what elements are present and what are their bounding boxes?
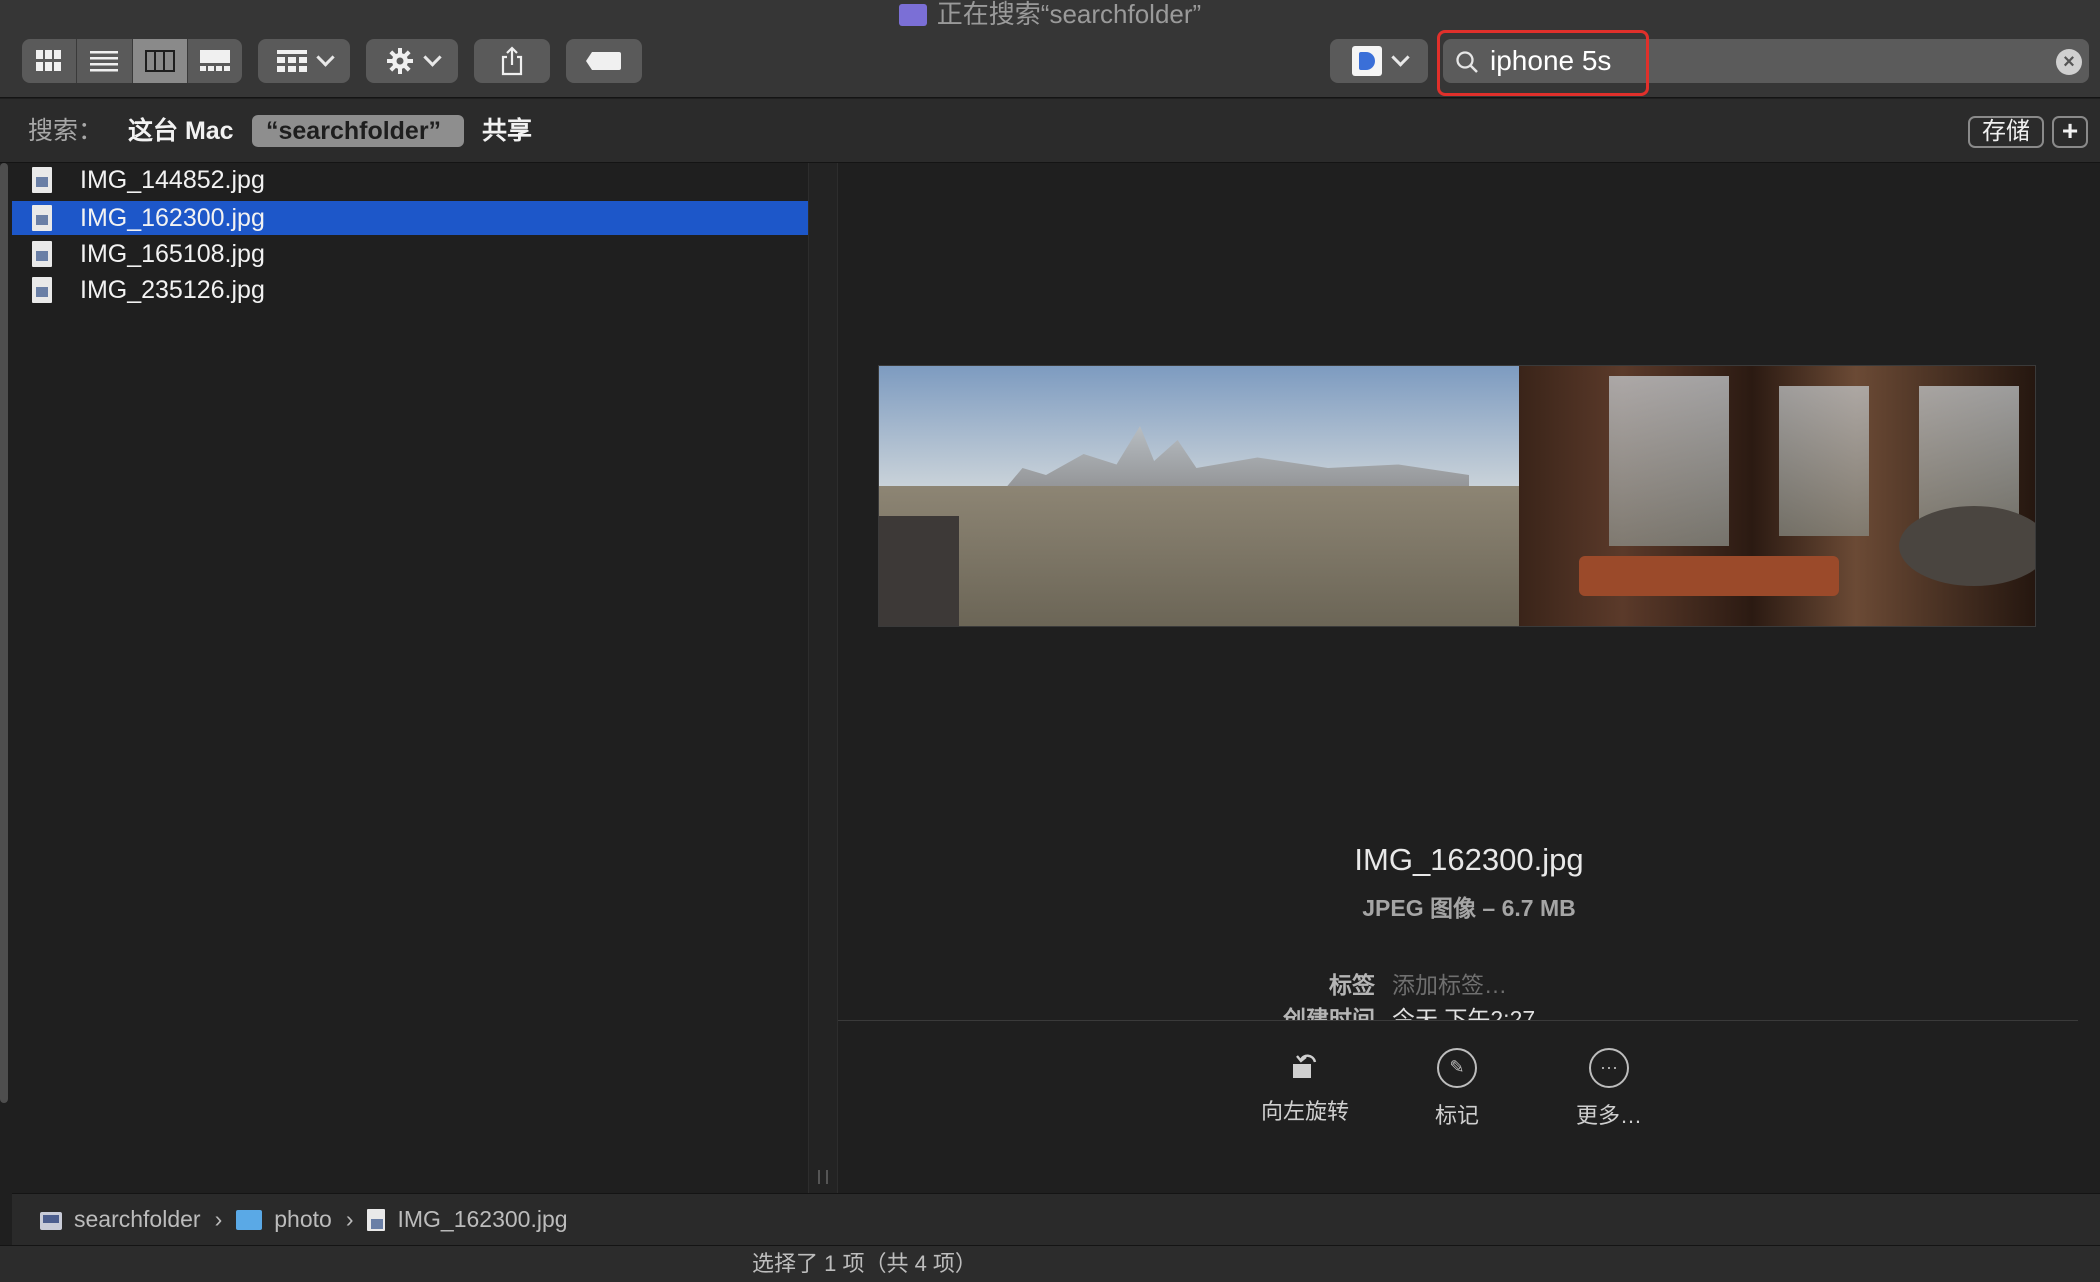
rotate-left-button[interactable]: 向左旋转 <box>1235 1048 1375 1126</box>
gallery-icon <box>199 50 230 71</box>
list-view-button[interactable] <box>77 39 133 83</box>
file-row[interactable]: IMG_165108.jpg <box>12 237 808 271</box>
status-text: 选择了 1 项（共 4 项） <box>752 1251 977 1276</box>
image-file-icon <box>32 205 52 231</box>
rotate-left-icon <box>1287 1048 1323 1084</box>
clear-search-icon[interactable]: × <box>2056 49 2082 75</box>
columns-icon <box>144 50 175 72</box>
file-name: IMG_165108.jpg <box>80 239 265 268</box>
add-tags-field[interactable]: 添加标签… <box>1392 966 1507 1000</box>
path-bar: searchfolder › photo › IMG_162300.jpg <box>12 1193 2100 1245</box>
group-grid-icon <box>276 50 307 72</box>
share-icon <box>501 46 523 76</box>
image-file-icon <box>32 277 52 303</box>
window-title: 正在搜索“searchfolder” <box>0 0 2100 28</box>
created-label: 创建时间 <box>1283 1006 1375 1022</box>
share-button[interactable] <box>474 39 550 83</box>
preview-filename: IMG_162300.jpg <box>1354 842 1584 877</box>
file-row[interactable]: IMG_235126.jpg <box>12 273 808 307</box>
chevron-right-icon: › <box>214 1206 223 1232</box>
file-name: IMG_144852.jpg <box>80 165 265 194</box>
file-name: IMG_162300.jpg <box>80 203 265 232</box>
more-label: 更多… <box>1575 1103 1642 1128</box>
path-item-photo[interactable]: photo <box>274 1206 332 1233</box>
action-menu-button[interactable] <box>366 39 458 83</box>
rotate-left-label: 向左旋转 <box>1260 1099 1349 1124</box>
folder-icon <box>236 1209 263 1230</box>
markup-icon: ✎ <box>1437 1048 1477 1088</box>
column-view-button[interactable] <box>132 39 188 83</box>
preview-image <box>878 365 2036 627</box>
chevron-down-icon <box>315 47 335 67</box>
status-bar <box>0 1245 2100 1282</box>
scope-shared[interactable]: 共享 <box>482 115 532 147</box>
view-mode-segmented-control <box>22 39 242 83</box>
scope-this-mac[interactable]: 这台 Mac <box>128 115 234 147</box>
chevron-right-icon: › <box>345 1206 354 1232</box>
scope-label: 搜索： <box>28 117 104 145</box>
scope-searchfolder[interactable]: “searchfolder” <box>266 115 441 147</box>
file-row[interactable]: IMG_144852.jpg <box>12 163 808 197</box>
column-resize-handle[interactable] <box>818 1170 828 1184</box>
icon-view-button[interactable] <box>22 39 78 83</box>
image-file-icon <box>367 1208 386 1231</box>
smart-folder-icon <box>898 4 927 26</box>
column-divider[interactable] <box>808 163 838 1193</box>
app-extension-button[interactable] <box>1330 39 1428 83</box>
drive-icon <box>40 1210 62 1230</box>
created-value: 今天 下午2:27 <box>1392 1006 1536 1022</box>
file-row-selected[interactable]: IMG_162300.jpg <box>12 201 808 235</box>
more-button[interactable]: ··· 更多… <box>1539 1048 1679 1130</box>
save-search-button[interactable]: 存储 <box>1968 116 2044 148</box>
add-criteria-button[interactable]: + <box>2052 116 2088 148</box>
gear-icon <box>386 48 413 74</box>
path-item-file[interactable]: IMG_162300.jpg <box>397 1206 567 1233</box>
preview-file-kind: JPEG 图像 – 6.7 MB <box>1362 895 1576 921</box>
tags-label: 标签 <box>1329 972 1375 998</box>
sidebar-edge <box>0 163 8 1103</box>
image-file-icon <box>32 241 52 267</box>
markup-button[interactable]: ✎ 标记 <box>1387 1048 1527 1130</box>
search-icon <box>1456 51 1478 73</box>
chevron-down-icon <box>1390 47 1410 67</box>
path-item-searchfolder[interactable]: searchfolder <box>74 1206 201 1233</box>
list-icon <box>90 51 119 72</box>
search-input[interactable]: iphone 5s <box>1490 39 1611 83</box>
more-icon: ··· <box>1589 1048 1629 1088</box>
file-list: IMG_144852.jpg IMG_162300.jpg IMG_165108… <box>12 163 808 1193</box>
tag-button[interactable] <box>566 39 642 83</box>
app-icon <box>1351 46 1382 76</box>
chevron-down-icon <box>422 47 442 67</box>
markup-label: 标记 <box>1434 1103 1479 1128</box>
gallery-view-button[interactable] <box>188 39 242 83</box>
file-name: IMG_235126.jpg <box>80 275 265 304</box>
group-by-button[interactable] <box>258 39 350 83</box>
grid-icon <box>36 50 62 71</box>
tag-icon <box>586 52 621 70</box>
image-file-icon <box>32 167 52 193</box>
